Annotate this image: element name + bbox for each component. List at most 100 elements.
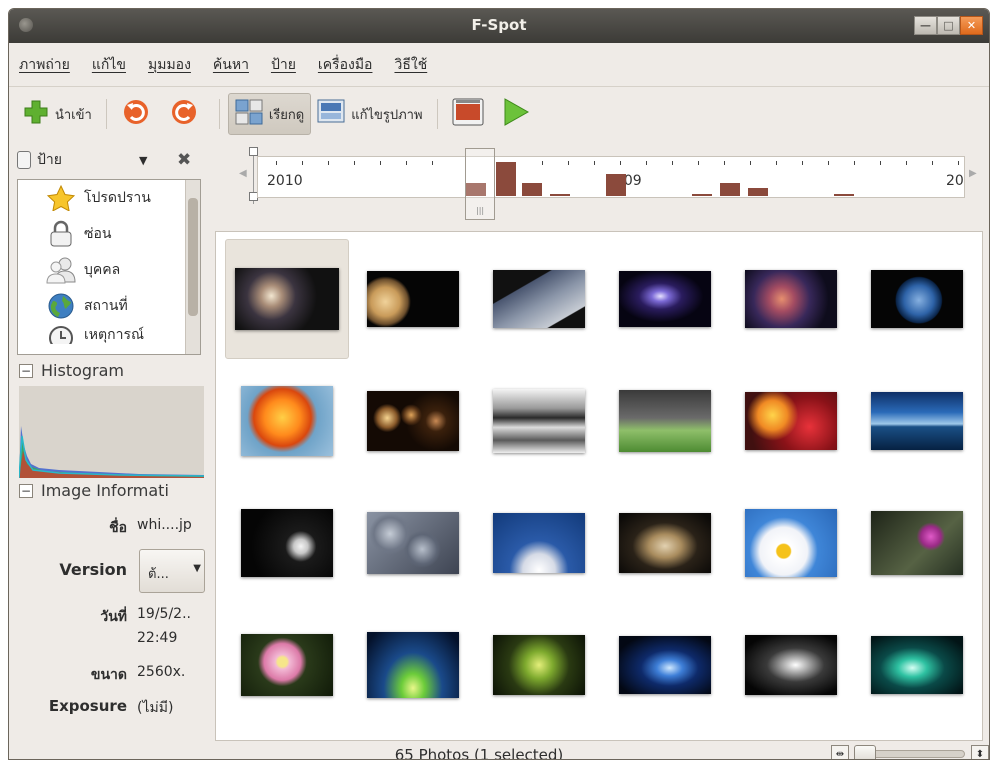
lock-icon: [46, 220, 76, 248]
collapse-icon[interactable]: −: [19, 363, 33, 378]
photo-thumbnail[interactable]: [855, 483, 979, 603]
browse-button[interactable]: เรียกดู: [227, 93, 312, 135]
size-value: 2560x.: [137, 664, 186, 680]
photo-thumbnail[interactable]: [603, 483, 727, 603]
zoom-in-icon[interactable]: ⬍: [971, 745, 989, 759]
photo-grid[interactable]: [215, 231, 983, 741]
photo-image: [871, 511, 963, 575]
timeline-strip[interactable]: 2010 2009 20: [257, 156, 965, 198]
tag-events[interactable]: เหตุการณ์: [18, 324, 200, 344]
timeline-label-2010: 2010: [267, 173, 303, 189]
photo-thumbnail[interactable]: [477, 239, 601, 359]
fullscreen-icon: [452, 98, 484, 130]
photo-thumbnail[interactable]: [225, 239, 349, 359]
fullscreen-button[interactable]: [446, 93, 496, 135]
menu-help[interactable]: วิธีใช้: [394, 54, 427, 76]
photo-thumbnail[interactable]: [225, 361, 349, 481]
timeline-bar: [748, 188, 768, 196]
photo-thumbnail[interactable]: [603, 605, 727, 725]
tag-label: โปรดปราน: [84, 190, 151, 206]
import-button[interactable]: นำเข้า: [17, 93, 98, 135]
photo-thumbnail[interactable]: [351, 483, 475, 603]
close-button[interactable]: ✕: [960, 16, 983, 35]
timeline-right-arrow[interactable]: ▶: [969, 168, 977, 179]
histogram-graph: [19, 386, 204, 478]
photo-thumbnail[interactable]: [855, 605, 979, 725]
maximize-button[interactable]: □: [937, 16, 960, 35]
photo-thumbnail[interactable]: [477, 361, 601, 481]
photo-thumbnail[interactable]: [729, 483, 853, 603]
version-select[interactable]: ต้... ▼: [139, 549, 205, 593]
histogram-header[interactable]: − Histogram: [19, 361, 124, 380]
timeline-left-arrow[interactable]: ◀: [239, 168, 247, 179]
timeline[interactable]: ◀ ▶ 2010 2009 20 |||: [237, 147, 985, 224]
tag-dropdown-icon[interactable]: ▼: [139, 154, 147, 167]
tag-list-scrollbar[interactable]: [185, 180, 200, 354]
tag-people[interactable]: บุคคล: [18, 252, 200, 288]
time-value: 22:49: [137, 630, 178, 646]
tag-places[interactable]: สถานที่: [18, 288, 200, 324]
photo-image: [745, 635, 837, 695]
import-label: นำเข้า: [55, 107, 92, 123]
version-label: Version: [59, 560, 127, 579]
close-pane-icon[interactable]: ✖: [177, 150, 191, 170]
photo-image: [493, 635, 585, 695]
photo-thumbnail[interactable]: [225, 483, 349, 603]
photo-thumbnail[interactable]: [351, 605, 475, 725]
scrollbar-thumb[interactable]: [188, 198, 198, 316]
photo-image: [871, 636, 963, 694]
menu-photo[interactable]: ภาพถ่าย: [19, 54, 70, 76]
photo-thumbnail[interactable]: [729, 605, 853, 725]
tag-hidden[interactable]: ซ่อน: [18, 216, 200, 252]
menu-view[interactable]: มุมมอง: [148, 54, 191, 76]
zoom-slider[interactable]: [854, 745, 965, 759]
menu-tools[interactable]: เครื่องมือ: [318, 54, 373, 76]
photo-image: [619, 513, 711, 573]
tag-label: เหตุการณ์: [84, 327, 144, 343]
photo-thumbnail[interactable]: [351, 361, 475, 481]
zoom-out-icon[interactable]: ⇹: [831, 745, 849, 759]
photo-thumbnail[interactable]: [855, 239, 979, 359]
rotate-right-icon: [169, 97, 199, 131]
edit-image-button[interactable]: แก้ไขรูปภาพ: [311, 93, 428, 135]
menu-tags[interactable]: ป้าย: [271, 54, 296, 76]
exposure-value: (ไม่มี): [137, 700, 174, 716]
menu-find[interactable]: ค้นหา: [213, 54, 249, 76]
photo-image: [241, 509, 333, 577]
timeline-bar: [606, 174, 626, 196]
tag-icon: [17, 151, 31, 169]
plus-icon: [23, 99, 49, 129]
timeline-bar: [834, 194, 854, 196]
photo-image: [367, 512, 459, 574]
timeline-selection-handle[interactable]: |||: [465, 148, 495, 220]
photo-thumbnail[interactable]: [603, 239, 727, 359]
photo-image: [745, 509, 837, 577]
photo-thumbnail[interactable]: [225, 605, 349, 725]
photo-thumbnail[interactable]: [603, 361, 727, 481]
timeline-bar: [720, 183, 740, 196]
photo-thumbnail[interactable]: [477, 605, 601, 725]
photo-image: [619, 390, 711, 452]
photo-thumbnail[interactable]: [855, 361, 979, 481]
title-bar[interactable]: F-Spot — □ ✕: [9, 9, 989, 43]
people-icon: [46, 256, 76, 284]
play-icon: [502, 97, 530, 131]
pane-splitter[interactable]: [207, 144, 213, 741]
rotate-right-button[interactable]: [163, 93, 211, 135]
tag-favorites[interactable]: โปรดปราน: [18, 180, 200, 216]
photo-thumbnail[interactable]: [729, 361, 853, 481]
photo-image: [619, 271, 711, 327]
image-info-header[interactable]: − Image Informati: [19, 481, 169, 500]
collapse-icon[interactable]: −: [19, 483, 33, 498]
tag-pane-header: ป้าย ▼ ✖: [17, 145, 197, 175]
zoom-control[interactable]: ⇹ ⬍: [831, 745, 989, 759]
photo-thumbnail[interactable]: [351, 239, 475, 359]
slideshow-button[interactable]: [496, 93, 542, 135]
globe-icon: [46, 292, 76, 320]
zoom-slider-knob[interactable]: [854, 745, 876, 759]
menu-edit[interactable]: แก้ไข: [92, 54, 126, 76]
rotate-left-button[interactable]: [115, 93, 163, 135]
photo-thumbnail[interactable]: [729, 239, 853, 359]
photo-thumbnail[interactable]: [477, 483, 601, 603]
minimize-button[interactable]: —: [914, 16, 937, 35]
